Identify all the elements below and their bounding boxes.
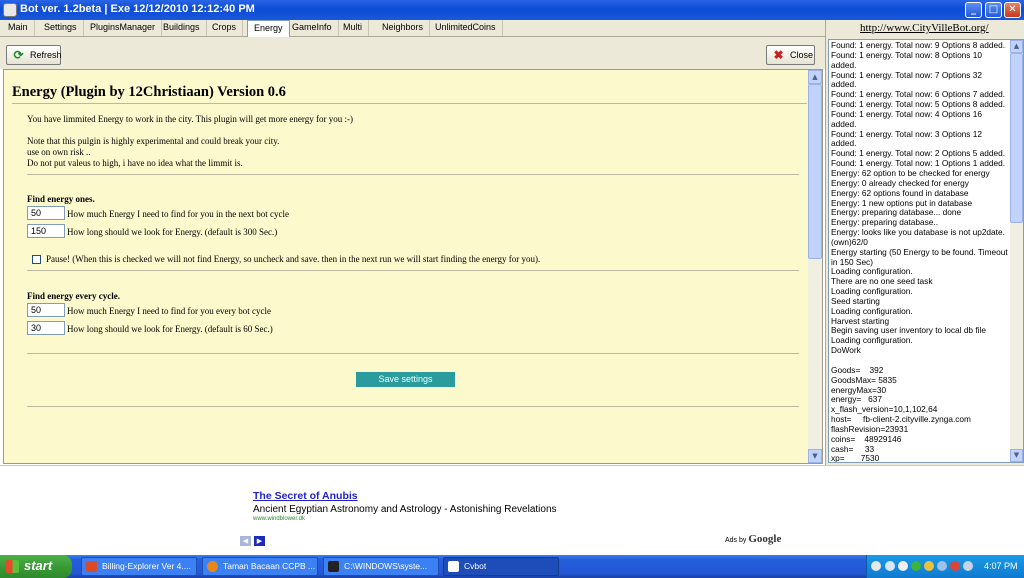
log-text: Found: 1 energy. Total now: 9 Options 8 … bbox=[831, 40, 1008, 463]
tab-bar: Main Settings PluginsManager Buildings C… bbox=[0, 20, 825, 37]
ad-next-icon[interactable]: ▶ bbox=[254, 536, 265, 546]
google-logo: Google bbox=[748, 533, 782, 545]
ad-url[interactable]: www.windblower.dk bbox=[253, 516, 305, 522]
scroll-thumb[interactable] bbox=[1010, 53, 1023, 223]
taskbar-item-cvbot[interactable]: Cvbot bbox=[443, 557, 559, 576]
window-title: Bot ver. 1.2beta | Exe 12/12/2010 12:12:… bbox=[20, 3, 255, 15]
once-time-input[interactable]: 150 bbox=[27, 224, 65, 238]
note-text: Note that this pulgin is highly experime… bbox=[27, 136, 280, 146]
tab-neighbors[interactable]: Neighbors bbox=[376, 20, 431, 36]
tab-settings[interactable]: Settings bbox=[38, 20, 84, 36]
scroll-up-arrow-icon[interactable]: ▲ bbox=[1010, 40, 1023, 53]
right-panel: http://www.CityVilleBot.org/ Found: 1 en… bbox=[825, 20, 1024, 465]
note-text: use on own risk .. bbox=[27, 147, 91, 157]
title-bar: Bot ver. 1.2beta | Exe 12/12/2010 12:12:… bbox=[0, 0, 1024, 20]
start-label: start bbox=[24, 558, 53, 573]
start-button[interactable]: start bbox=[0, 555, 72, 578]
windows-logo-icon bbox=[6, 560, 19, 573]
intro-text: You have limmited Energy to work in the … bbox=[27, 114, 353, 124]
plugin-panel: Energy (Plugin by 12Christiaan) Version … bbox=[3, 69, 823, 464]
tab-unlimitedcoins[interactable]: UnlimitedCoins bbox=[429, 20, 503, 36]
ads-by-label: Ads by bbox=[725, 537, 747, 544]
tray-app-icon[interactable] bbox=[937, 561, 947, 571]
cmd-icon bbox=[328, 561, 339, 572]
ads-by-google[interactable]: Ads by Google bbox=[725, 533, 781, 545]
taskbar-item-label: Billing-Explorer Ver 4.... bbox=[102, 561, 191, 571]
tab-gameinfo[interactable]: GameInfo bbox=[286, 20, 339, 36]
divider bbox=[27, 406, 799, 407]
taskbar-item-label: Taman Bacaan CCPB ... bbox=[223, 561, 316, 571]
every-energy-input[interactable]: 50 bbox=[27, 303, 65, 317]
section-heading-every: Find energy every cycle. bbox=[27, 291, 120, 301]
refresh-button[interactable]: ⟳ Refresh bbox=[6, 45, 62, 65]
ad-prev-icon[interactable]: ◀ bbox=[240, 536, 251, 546]
once-energy-input[interactable]: 50 bbox=[27, 206, 65, 220]
ad-title-link[interactable]: The Secret of Anubis bbox=[253, 490, 358, 502]
app-icon bbox=[3, 3, 17, 17]
divider bbox=[27, 174, 799, 175]
tray-app-icon[interactable] bbox=[911, 561, 921, 571]
taskbar-item-label: Cvbot bbox=[464, 561, 487, 571]
divider bbox=[27, 353, 799, 354]
once-energy-label: How much Energy I need to find for you i… bbox=[67, 209, 290, 219]
refresh-icon: ⟳ bbox=[13, 48, 24, 62]
save-settings-button[interactable]: Save settings bbox=[356, 372, 455, 387]
scroll-thumb[interactable] bbox=[808, 84, 822, 259]
taskbar: start Billing-Explorer Ver 4.... Taman B… bbox=[0, 555, 1024, 578]
cvbot-icon bbox=[448, 561, 459, 572]
pause-label: Pause! (When this is checked we will not… bbox=[46, 254, 541, 264]
close-button[interactable]: ✖ Close bbox=[766, 45, 815, 65]
every-time-label: How long should we look for Energy. (def… bbox=[67, 324, 273, 334]
every-energy-label: How much Energy I need to find for you e… bbox=[67, 306, 272, 316]
volume-icon[interactable] bbox=[963, 561, 973, 571]
system-tray: 4:07 PM bbox=[866, 555, 1024, 578]
tray-app-icon[interactable] bbox=[898, 561, 908, 571]
maximize-button[interactable]: □ bbox=[985, 2, 1002, 18]
every-time-input[interactable]: 30 bbox=[27, 321, 65, 335]
section-heading-once: Find energy ones. bbox=[27, 194, 95, 204]
divider bbox=[27, 270, 799, 271]
plugin-title: Energy (Plugin by 12Christiaan) Version … bbox=[12, 84, 286, 100]
tab-buildings[interactable]: Buildings bbox=[157, 20, 207, 36]
refresh-label: Refresh bbox=[30, 50, 62, 60]
tray-app-icon[interactable] bbox=[924, 561, 934, 571]
log-box[interactable]: Found: 1 energy. Total now: 9 Options 8 … bbox=[828, 39, 1024, 463]
taskbar-item-firefox[interactable]: Taman Bacaan CCPB ... bbox=[202, 557, 318, 576]
scroll-down-arrow-icon[interactable]: ▼ bbox=[808, 449, 822, 463]
pause-checkbox[interactable] bbox=[32, 255, 41, 264]
scroll-up-arrow-icon[interactable]: ▲ bbox=[808, 70, 822, 84]
toolbar: ⟳ Refresh ✖ Close bbox=[0, 37, 825, 69]
site-link[interactable]: http://www.CityVilleBot.org/ bbox=[860, 22, 989, 34]
tab-main[interactable]: Main bbox=[2, 20, 35, 36]
window-close-button[interactable]: ✕ bbox=[1004, 2, 1021, 18]
tab-energy[interactable]: Energy bbox=[247, 20, 290, 37]
divider bbox=[12, 103, 807, 104]
scroll-down-arrow-icon[interactable]: ▼ bbox=[1010, 449, 1023, 462]
taskbar-item-label: C:\WINDOWS\syste... bbox=[344, 561, 428, 571]
tray-app-icon[interactable] bbox=[950, 561, 960, 571]
taskbar-item-cmd[interactable]: C:\WINDOWS\syste... bbox=[323, 557, 439, 576]
tab-pluginsmanager[interactable]: PluginsManager bbox=[84, 20, 163, 36]
minimize-button[interactable]: _ bbox=[965, 2, 982, 18]
ad-description: Ancient Egyptian Astronomy and Astrology… bbox=[253, 504, 557, 515]
note-text: Do not put valeus to high, i have no ide… bbox=[27, 158, 243, 168]
firefox-icon bbox=[207, 561, 218, 572]
close-label: Close bbox=[790, 50, 814, 60]
billing-icon bbox=[86, 561, 97, 572]
main-scrollbar[interactable]: ▲ ▼ bbox=[808, 70, 822, 463]
clock[interactable]: 4:07 PM bbox=[984, 555, 1018, 578]
tray-expand-icon[interactable] bbox=[871, 561, 881, 571]
log-scrollbar[interactable]: ▲ ▼ bbox=[1010, 40, 1023, 462]
network-icon[interactable] bbox=[885, 561, 895, 571]
once-time-label: How long should we look for Energy. (def… bbox=[67, 227, 278, 237]
tab-crops[interactable]: Crops bbox=[206, 20, 244, 36]
taskbar-item-billing[interactable]: Billing-Explorer Ver 4.... bbox=[81, 557, 197, 576]
tab-multi[interactable]: Multi bbox=[337, 20, 370, 36]
close-icon: ✖ bbox=[773, 48, 784, 62]
ad-area: The Secret of Anubis Ancient Egyptian As… bbox=[0, 465, 1024, 555]
